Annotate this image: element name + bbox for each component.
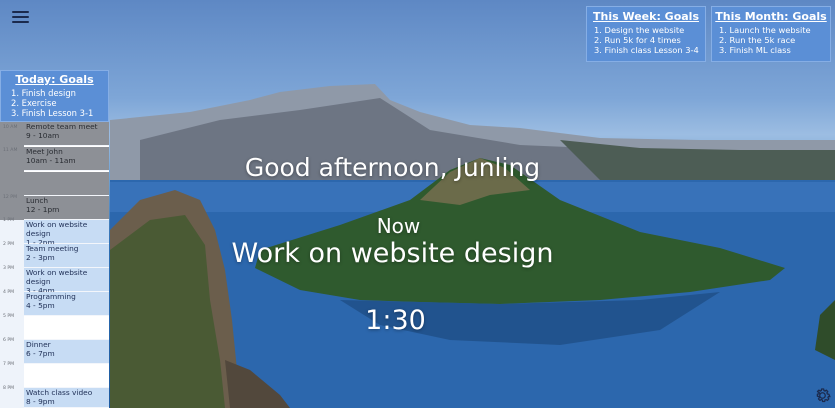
event-time: 6 - 7pm (26, 348, 55, 358)
week-goal-item: 1. Design the website (594, 25, 685, 35)
month-goals-list: 1. Launch the website 2. Run the 5k race… (712, 25, 830, 55)
month-goal-item: 1. Launch the website (719, 25, 811, 35)
schedule-event[interactable]: Work on website design 3 - 4pm (24, 268, 109, 294)
now-label: Now (376, 214, 421, 238)
today-goal-item: 2. Exercise (11, 98, 57, 108)
event-time: 8 - 9pm (26, 396, 55, 406)
week-goal-item: 3. Finish class Lesson 3-4 (594, 45, 699, 55)
time-label: 4 PM (3, 290, 15, 295)
countdown-timer: 1:30 (365, 305, 426, 336)
today-goals-title: Today: Goals (15, 73, 94, 86)
week-goals-card[interactable]: This Week: Goals 1. Design the website 2… (586, 6, 706, 62)
schedule-event-empty[interactable] (24, 364, 109, 388)
schedule-event[interactable]: Remote team meet 9 - 10am (24, 122, 109, 146)
schedule-event[interactable]: Dinner 6 - 7pm (24, 340, 109, 364)
event-time: 9 - 10am (26, 130, 60, 140)
gear-icon[interactable] (813, 386, 832, 405)
menu-line (12, 21, 29, 23)
week-goal-item: 2. Run 5k for 4 times (594, 35, 681, 45)
month-goals-title: This Month: Goals (715, 10, 827, 23)
greeting-text: Good afternoon, Junling (244, 153, 541, 182)
today-goal-item: 3. Finish Lesson 3-1 (11, 108, 94, 118)
event-title: Work on website design (26, 268, 88, 286)
month-goal-item: 2. Run the 5k race (719, 35, 796, 45)
today-goals-card[interactable]: Today: Goals 1. Finish design 2. Exercis… (0, 70, 109, 122)
time-label: 12 PM (3, 195, 18, 200)
schedule-event[interactable]: Watch class video 8 - 9pm (24, 388, 109, 408)
today-goal-item: 1. Finish design (11, 88, 76, 98)
time-label: 10 AM (3, 125, 18, 130)
time-label: 7 PM (3, 362, 15, 367)
background-landscape (0, 0, 835, 408)
week-goals-list: 1. Design the website 2. Run 5k for 4 ti… (587, 25, 705, 55)
time-label: 8 PM (3, 386, 15, 391)
menu-line (12, 16, 29, 18)
current-task: Work on website design (231, 238, 554, 269)
today-goals-list: 1. Finish design 2. Exercise 3. Finish L… (1, 88, 108, 118)
month-goal-item: 3. Finish ML class (719, 45, 791, 55)
time-label: 6 PM (3, 338, 15, 343)
hamburger-menu-icon[interactable] (12, 11, 29, 23)
month-goals-card[interactable]: This Month: Goals 1. Launch the website … (711, 6, 831, 62)
menu-line (12, 11, 29, 13)
gear-icon-svg (816, 388, 831, 403)
week-goals-title: This Week: Goals (592, 10, 699, 23)
